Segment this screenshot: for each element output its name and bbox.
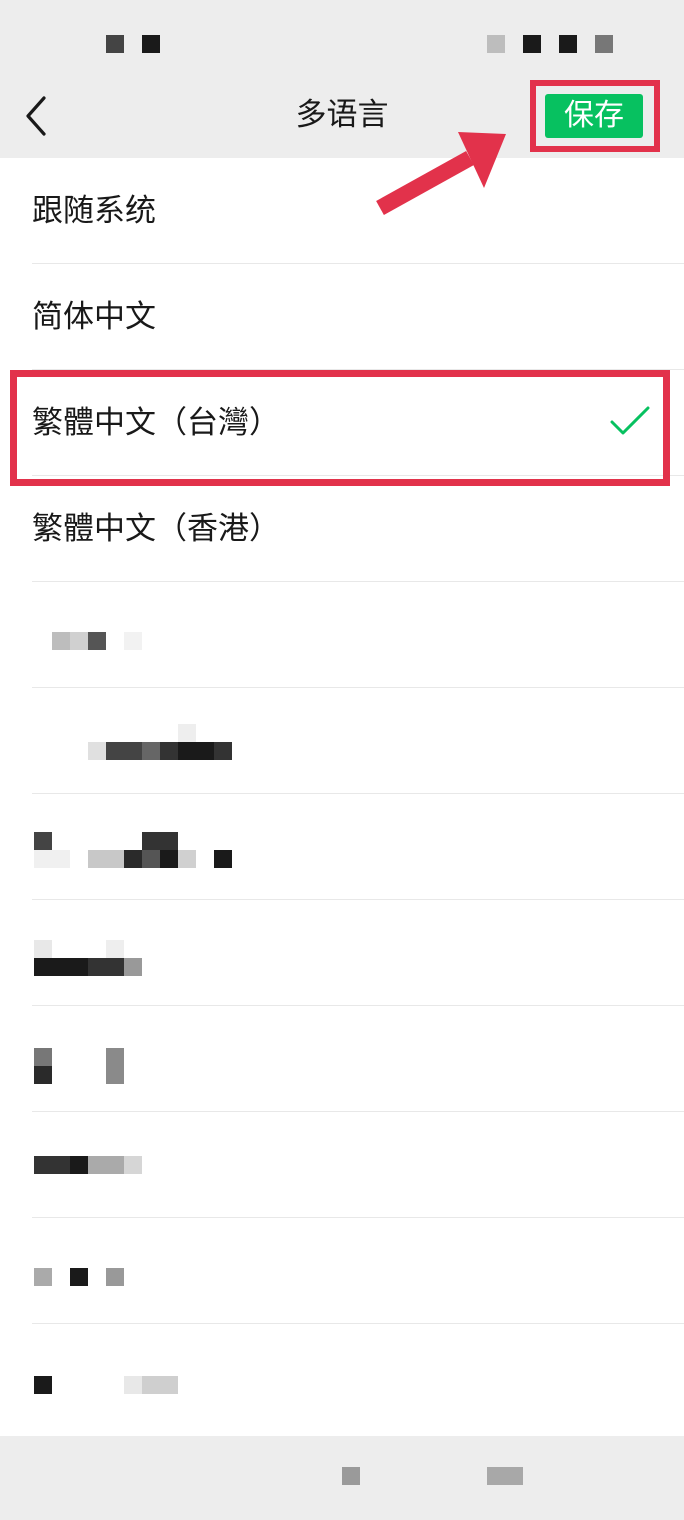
obscured-text [124, 958, 142, 976]
obscured-text [142, 832, 178, 850]
list-item-obscured[interactable] [0, 900, 684, 1006]
status-icon [523, 35, 541, 53]
list-item-follow-system[interactable]: 跟随系统 [0, 158, 684, 264]
obscured-text [178, 742, 214, 760]
obscured-text [34, 832, 52, 850]
obscured-text [88, 958, 124, 976]
home-icon[interactable] [342, 1467, 360, 1485]
obscured-text [88, 742, 106, 760]
obscured-text [34, 1066, 52, 1084]
list-item-label: 繁體中文（香港） [32, 511, 280, 547]
obscured-text [34, 958, 88, 976]
obscured-text [106, 1268, 124, 1286]
obscured-text [124, 632, 142, 650]
status-icon [559, 35, 577, 53]
nav-bar: 多语言 保存 [0, 80, 684, 158]
save-button[interactable]: 保存 [545, 94, 643, 138]
obscured-text [106, 1048, 124, 1084]
list-item-obscured[interactable] [0, 1324, 684, 1430]
obscured-text [34, 1268, 52, 1286]
obscured-text [214, 742, 232, 760]
obscured-text [178, 850, 196, 868]
list-item-simplified-chinese[interactable]: 简体中文 [0, 264, 684, 370]
obscured-text [214, 850, 232, 868]
arrow-annotation [376, 132, 506, 215]
obscured-text [88, 632, 106, 650]
obscured-text [52, 632, 70, 650]
status-bar [0, 0, 684, 80]
obscured-text [34, 940, 52, 958]
language-list: 跟随系统 简体中文 繁體中文（台灣） 繁體中文（香港） [0, 158, 684, 1436]
system-nav-bar [0, 1436, 684, 1520]
list-item-obscured[interactable] [0, 582, 684, 688]
obscured-text [88, 1156, 124, 1174]
obscured-text [70, 1268, 88, 1286]
status-icon [487, 35, 505, 53]
obscured-text [34, 850, 70, 868]
obscured-text [106, 742, 142, 760]
status-icon [106, 35, 124, 53]
selected-highlight-box [10, 370, 670, 486]
obscured-text [142, 1376, 178, 1394]
obscured-text [142, 850, 160, 868]
obscured-text [70, 1156, 88, 1174]
status-icon [142, 35, 160, 53]
status-icon [595, 35, 613, 53]
obscured-text [106, 940, 124, 958]
back-icon[interactable] [22, 94, 62, 138]
obscured-text [88, 850, 124, 868]
obscured-text [160, 742, 178, 760]
obscured-text [34, 1156, 70, 1174]
list-item-label: 跟随系统 [32, 193, 156, 229]
obscured-text [124, 1156, 142, 1174]
list-item-obscured[interactable] [0, 1112, 684, 1218]
list-item-obscured[interactable] [0, 794, 684, 900]
recents-icon[interactable] [487, 1467, 523, 1485]
list-item-obscured[interactable] [0, 1006, 684, 1112]
obscured-text [142, 742, 160, 760]
obscured-text [124, 1376, 142, 1394]
obscured-text [34, 1376, 52, 1394]
obscured-text [124, 850, 142, 868]
obscured-text [34, 1048, 52, 1066]
list-item-obscured[interactable] [0, 1218, 684, 1324]
obscured-text [160, 850, 178, 868]
list-item-obscured[interactable] [0, 688, 684, 794]
obscured-text [70, 632, 88, 650]
screen: 多语言 保存 跟随系统 简体中文 繁體中文（台灣） 繁體中文（香港） [0, 0, 684, 1520]
list-item-traditional-chinese-hongkong[interactable]: 繁體中文（香港） [0, 476, 684, 582]
obscured-text [178, 724, 196, 742]
list-item-label: 简体中文 [32, 299, 156, 335]
